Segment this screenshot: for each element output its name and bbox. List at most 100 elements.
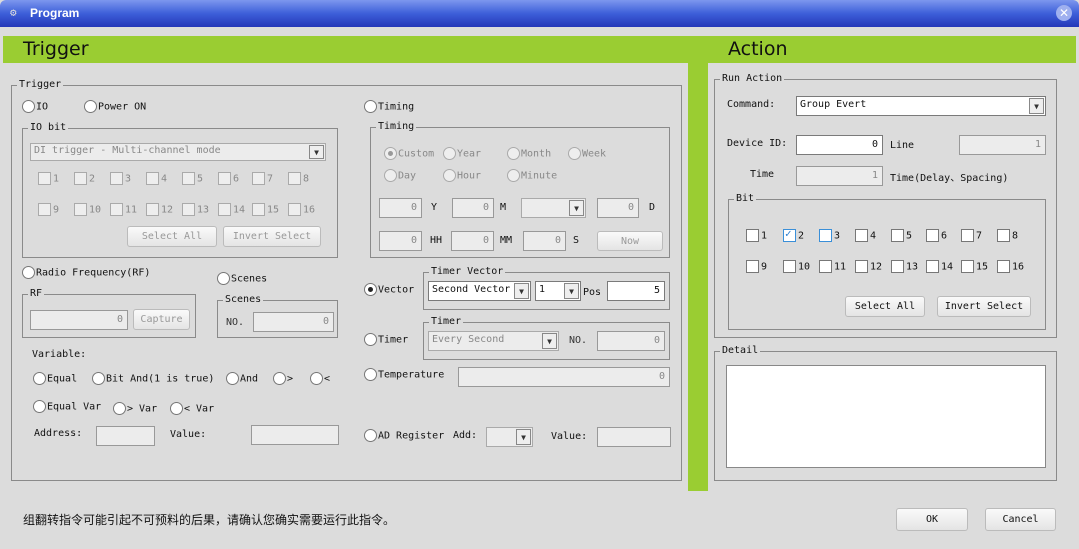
cancel-button[interactable]: Cancel [985, 508, 1056, 531]
weekday-select[interactable]: ▼ [521, 198, 586, 218]
action-bit-7-checkbox[interactable]: 7 [961, 229, 982, 242]
var-bit-and-radio[interactable]: Bit And(1 is true) [92, 372, 214, 385]
temperature-input[interactable]: 0 [458, 367, 670, 387]
timing-year-radio[interactable]: Year [443, 147, 481, 160]
action-bit-11-checkbox[interactable]: 11 [819, 260, 846, 273]
ad-register-radio[interactable]: AD Register [364, 429, 444, 442]
timer-mode-select[interactable]: Every Second ▼ [428, 331, 559, 351]
title-bar [0, 0, 1079, 27]
action-bit-15-checkbox[interactable]: 15 [961, 260, 988, 273]
vector-index-select[interactable]: 1 ▼ [535, 281, 581, 301]
line-input[interactable]: 1 [959, 135, 1046, 155]
day-label: D [649, 202, 656, 213]
var-equal-var-radio[interactable]: Equal Var [33, 400, 101, 413]
io-bit-6-checkbox[interactable]: 6 [218, 172, 239, 185]
device-id-label: Device ID: [727, 138, 788, 149]
detail-textarea[interactable] [726, 365, 1046, 468]
timer-no-input[interactable]: 0 [597, 331, 665, 351]
vector-type-select[interactable]: Second Vector ▼ [428, 281, 531, 301]
io-mode-select[interactable]: DI trigger - Multi-channel mode ▼ [30, 143, 326, 161]
io-bit-7-checkbox[interactable]: 7 [252, 172, 273, 185]
hour-input[interactable]: 0 [379, 231, 422, 251]
rf-radio[interactable]: Radio Frequency(RF) [22, 266, 150, 279]
minute-input[interactable]: 0 [451, 231, 494, 251]
scenes-no-input[interactable]: 0 [253, 312, 334, 332]
timer-radio[interactable]: Timer [364, 333, 408, 346]
var-equal-radio[interactable]: Equal [33, 372, 77, 385]
io-select-all-button[interactable]: Select All [127, 226, 217, 247]
io-bit-9-checkbox[interactable]: 9 [38, 203, 59, 216]
second-input[interactable]: 0 [523, 231, 566, 251]
timing-day-radio[interactable]: Day [384, 169, 416, 182]
month-input[interactable]: 0 [452, 198, 494, 218]
action-select-all-button[interactable]: Select All [845, 296, 925, 317]
line-label: Line [890, 140, 915, 151]
io-bit-2-checkbox[interactable]: 2 [74, 172, 95, 185]
year-input[interactable]: 0 [379, 198, 422, 218]
var-greater-var-radio[interactable]: > Var [113, 402, 157, 415]
device-id-input[interactable]: 0 [796, 135, 883, 155]
var-less-radio[interactable]: < [310, 372, 330, 385]
month-label: M [500, 202, 507, 213]
io-bit-4-checkbox[interactable]: 4 [146, 172, 167, 185]
power-on-radio[interactable]: Power ON [84, 100, 146, 113]
action-bit-8-checkbox[interactable]: 8 [997, 229, 1018, 242]
rf-code-input[interactable]: 0 [30, 310, 128, 330]
io-bit-12-checkbox[interactable]: 12 [146, 203, 173, 216]
now-button[interactable]: Now [597, 231, 663, 251]
io-bit-16-checkbox[interactable]: 16 [288, 203, 315, 216]
action-bit-9-checkbox[interactable]: 9 [746, 260, 767, 273]
temperature-radio[interactable]: Temperature [364, 368, 444, 381]
io-bit-3-checkbox[interactable]: 3 [110, 172, 131, 185]
ok-button[interactable]: OK [896, 508, 968, 531]
day-input[interactable]: 0 [597, 198, 639, 218]
action-bit-4-checkbox[interactable]: 4 [855, 229, 876, 242]
io-radio[interactable]: IO [22, 100, 48, 113]
action-bit-10-checkbox[interactable]: 10 [783, 260, 810, 273]
capture-button[interactable]: Capture [133, 309, 190, 330]
action-bit-2-checkbox[interactable]: 2 [783, 227, 804, 242]
var-and-radio[interactable]: And [226, 372, 258, 385]
vector-radio[interactable]: Vector [364, 283, 414, 296]
value-input[interactable] [251, 425, 339, 445]
timing-week-radio[interactable]: Week [568, 147, 606, 160]
timing-hour-radio[interactable]: Hour [443, 169, 481, 182]
scenes-radio[interactable]: Scenes [217, 272, 267, 285]
timing-minute-radio[interactable]: Minute [507, 169, 557, 182]
time-input[interactable]: 1 [796, 166, 883, 186]
command-select[interactable]: Group Evert ▼ [796, 96, 1046, 116]
var-greater-radio[interactable]: > [273, 372, 293, 385]
io-bit-14-checkbox[interactable]: 14 [218, 203, 245, 216]
address-label: Address: [34, 428, 83, 439]
io-bit-5-checkbox[interactable]: 5 [182, 172, 203, 185]
io-bit-11-checkbox[interactable]: 11 [110, 203, 137, 216]
io-bit-13-checkbox[interactable]: 13 [182, 203, 209, 216]
var-less-var-radio[interactable]: < Var [170, 402, 214, 415]
io-invert-select-button[interactable]: Invert Select [223, 226, 321, 247]
action-bit-3-checkbox[interactable]: 3 [819, 229, 840, 242]
io-bit-10-checkbox[interactable]: 10 [74, 203, 101, 216]
address-input[interactable] [96, 426, 155, 446]
ad-value-input[interactable] [597, 427, 671, 447]
io-bit-15-checkbox[interactable]: 15 [252, 203, 279, 216]
timing-custom-radio[interactable]: Custom [384, 147, 434, 160]
timing-month-radio[interactable]: Month [507, 147, 551, 160]
hour-label: HH [430, 235, 443, 246]
ad-add-select[interactable]: ▼ [486, 427, 533, 447]
close-icon[interactable]: ✕ [1056, 5, 1072, 21]
io-bit-1-checkbox[interactable]: 1 [38, 172, 59, 185]
action-bit-6-checkbox[interactable]: 6 [926, 229, 947, 242]
action-bit-5-checkbox[interactable]: 5 [891, 229, 912, 242]
pos-input[interactable]: 5 [607, 281, 665, 301]
action-bit-13-checkbox[interactable]: 13 [891, 260, 918, 273]
action-invert-select-button[interactable]: Invert Select [937, 296, 1031, 317]
year-label: Y [431, 202, 438, 213]
second-label: S [573, 235, 580, 246]
action-bit-14-checkbox[interactable]: 14 [926, 260, 953, 273]
action-bit-12-checkbox[interactable]: 12 [855, 260, 882, 273]
timing-radio[interactable]: Timing [364, 100, 414, 113]
window-title: Program [30, 6, 80, 20]
action-bit-16-checkbox[interactable]: 16 [997, 260, 1024, 273]
io-bit-8-checkbox[interactable]: 8 [288, 172, 309, 185]
action-bit-1-checkbox[interactable]: 1 [746, 229, 767, 242]
